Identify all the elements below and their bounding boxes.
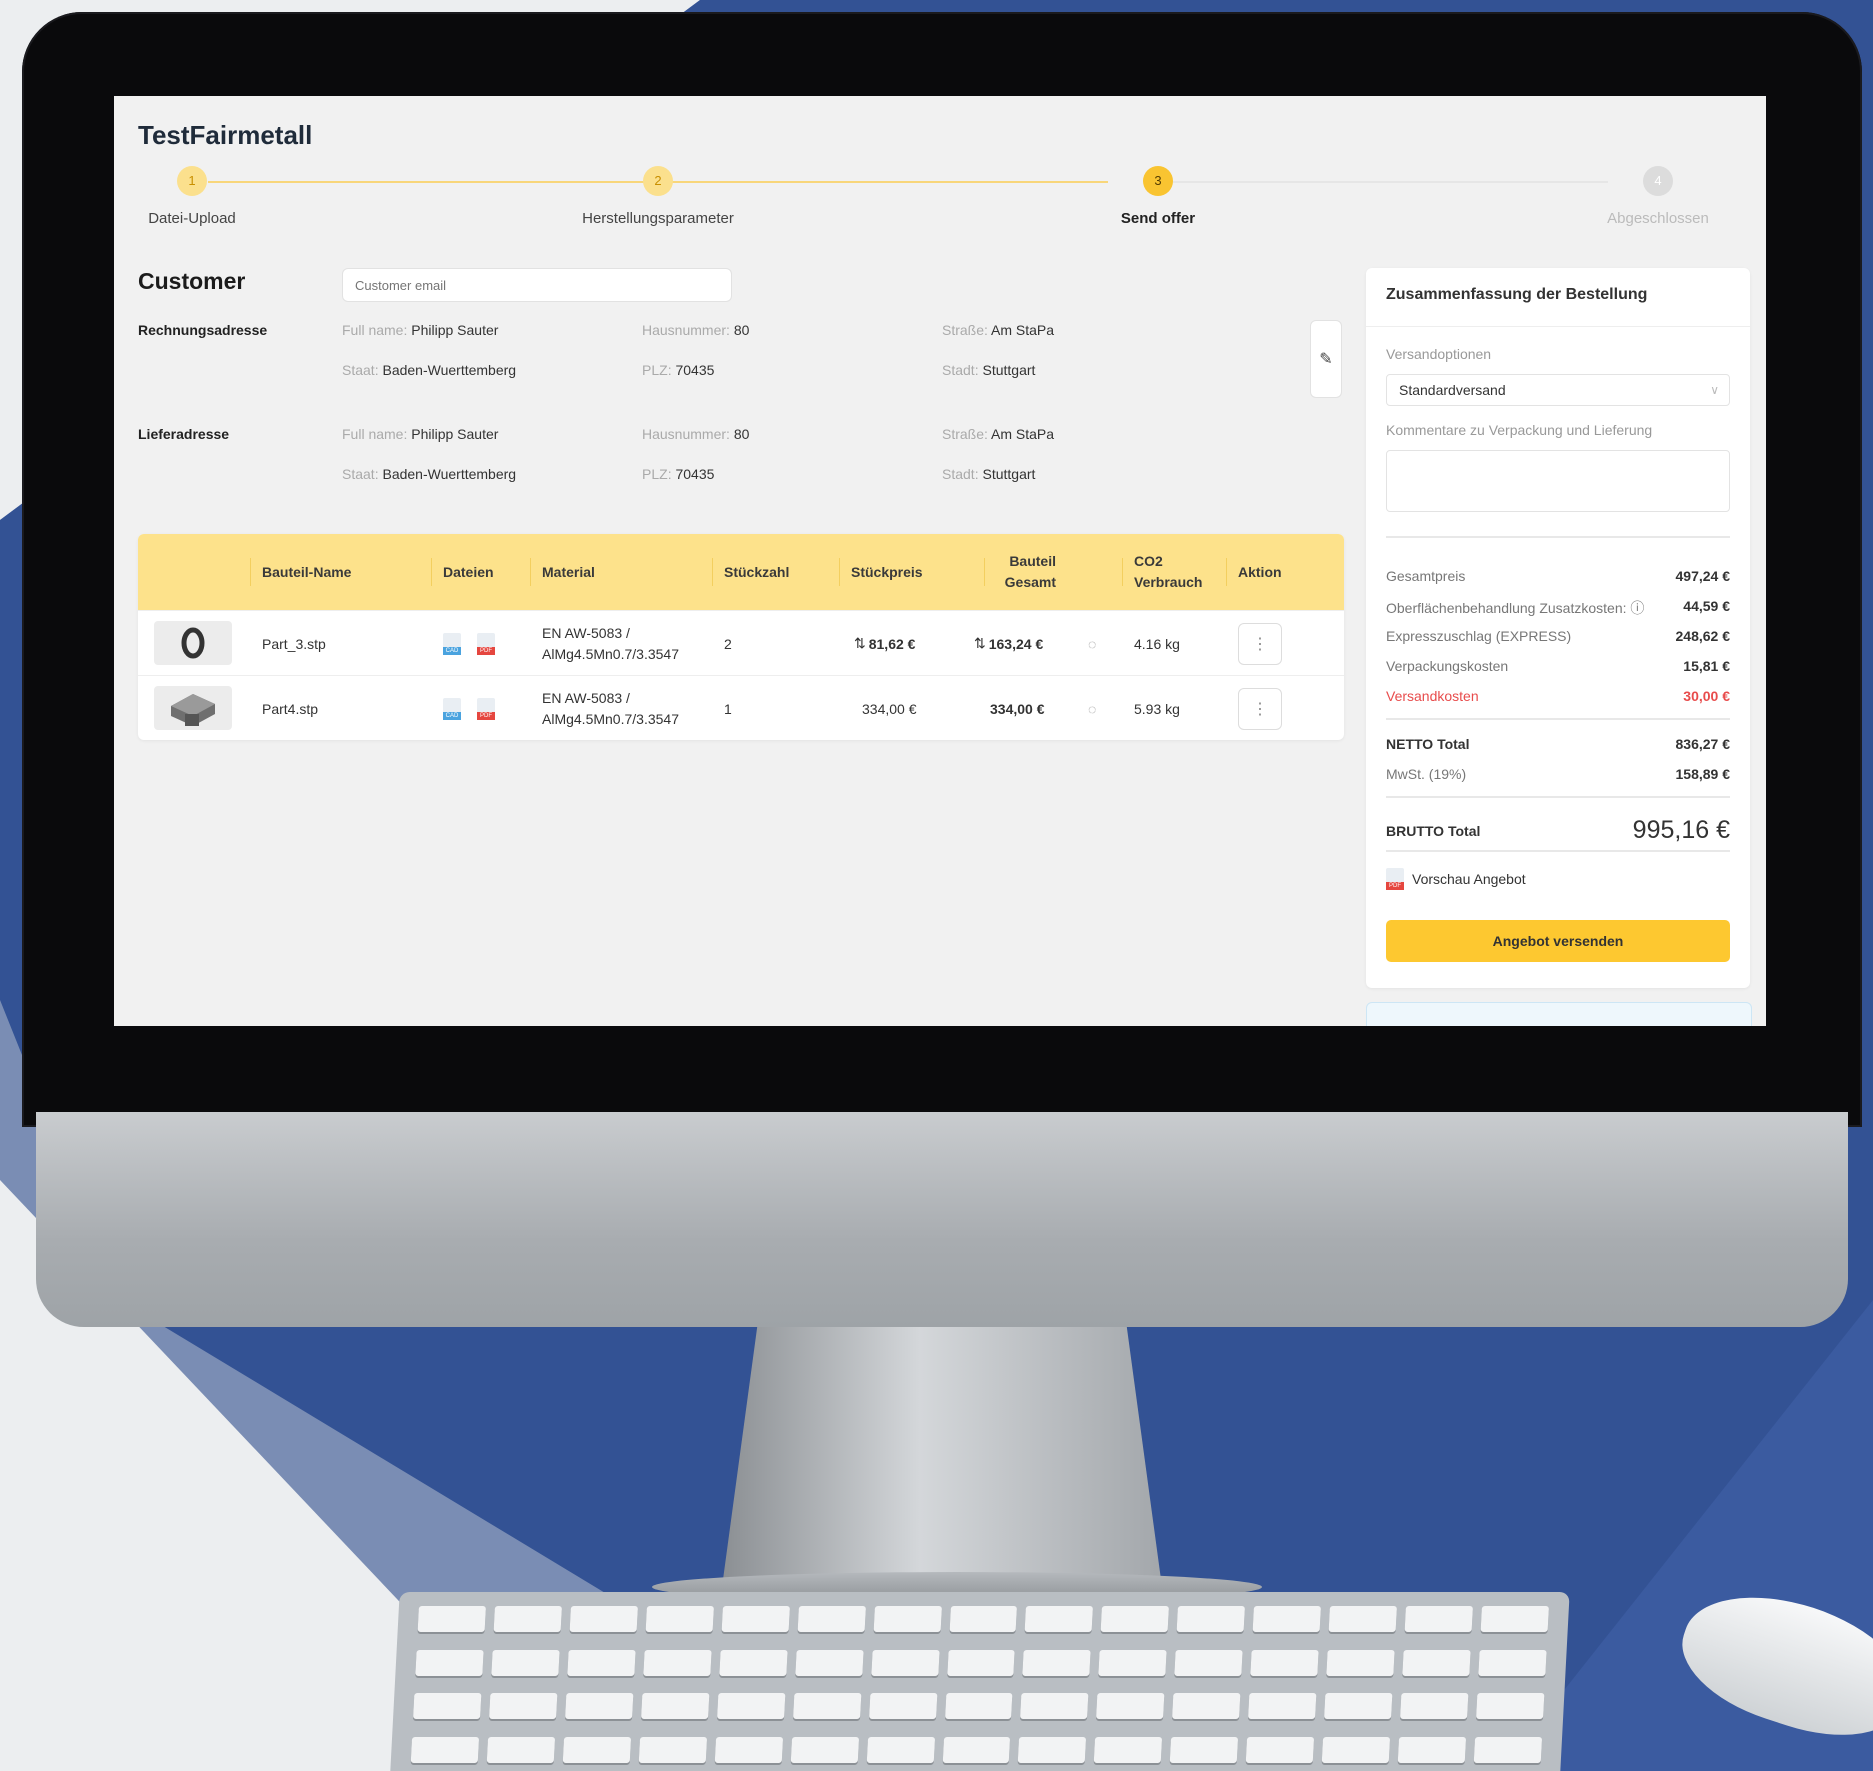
billing-strasse: Straße: Am StaPa <box>942 322 1055 338</box>
step-3-number: 3 <box>1143 166 1173 196</box>
cad-file-icon[interactable]: CAD <box>443 697 461 720</box>
parts-table: Bauteil-Name Dateien Material Stückzahl … <box>138 534 1344 740</box>
step-4-number: 4 <box>1643 166 1673 196</box>
step-2[interactable]: 2 Herstellungsparameter <box>558 166 758 227</box>
part-co2: 4.16 kg <box>1134 635 1180 652</box>
shipping-address-label: Lieferadresse <box>138 426 230 442</box>
pencil-icon: ✎ <box>1319 351 1333 368</box>
pdf-file-icon: PDF <box>1386 868 1404 890</box>
sort-arrows-icon: ⇅ <box>854 635 866 651</box>
th-name[interactable]: Bauteil-Name <box>249 534 351 610</box>
comment-textarea[interactable] <box>1386 450 1730 512</box>
step-3-label: Send offer <box>1120 210 1196 227</box>
part-co2: 5.93 kg <box>1134 700 1180 717</box>
shipping-hausnummer: Hausnummer: 80 <box>642 426 750 442</box>
comment-icon[interactable]: ◌ <box>1088 676 1096 740</box>
step-1-label: Datei-Upload <box>148 210 236 227</box>
summary-row-shipping: Versandkosten 30,00 € <box>1386 688 1730 704</box>
part-unit-price: ⇅ 81,62 € <box>854 635 916 652</box>
th-total[interactable]: Bauteil Gesamt <box>984 534 1056 610</box>
step-4[interactable]: 4 Abgeschlossen <box>1558 166 1758 227</box>
billing-staat: Staat: Baden-Wuerttemberg <box>342 362 517 378</box>
preview-offer-link[interactable]: PDF Vorschau Angebot <box>1386 868 1526 890</box>
part-qty: 1 <box>724 700 732 717</box>
shipping-options-label: Versandoptionen <box>1386 346 1492 362</box>
billing-full-name: Full name: Philipp Sauter <box>342 322 499 338</box>
th-action: Aktion <box>1226 534 1282 610</box>
part-thumbnail <box>154 686 232 730</box>
th-unit-price[interactable]: Stückpreis <box>839 534 923 610</box>
billing-hausnummer: Hausnummer: 80 <box>642 322 750 338</box>
part-name: Part4.stp <box>262 700 319 717</box>
shipping-stadt: Stadt: Stuttgart <box>942 466 1036 482</box>
billing-address-label: Rechnungsadresse <box>138 322 268 338</box>
app-title: TestFairmetall <box>138 120 313 150</box>
app-screen: TestFairmetall 1 Datei-Upload 2 Herstell… <box>114 96 1766 1026</box>
summary-row-brutto: BRUTTO Total 995,16 € <box>1386 816 1730 844</box>
part-files: CAD PDF <box>443 676 511 740</box>
summary-title: Zusammenfassung der Bestellung <box>1386 286 1648 303</box>
summary-row-mwst: MwSt. (19%) 158,89 € <box>1386 766 1730 782</box>
th-co2[interactable]: CO2 Verbrauch <box>1121 534 1202 610</box>
part-material: EN AW-5083 / AlMg4.5Mn0.7/3.3547 <box>542 624 679 662</box>
customer-email-input[interactable] <box>342 268 732 302</box>
summary-row-gesamtpreis: Gesamtpreis 497,24 € <box>1386 568 1730 584</box>
info-box <box>1366 1002 1752 1026</box>
summary-row-packaging: Verpackungskosten 15,81 € <box>1386 658 1730 674</box>
table-row[interactable]: Part4.stp CAD PDF EN AW-5083 / AlMg4.5Mn… <box>138 675 1344 740</box>
part-material: EN AW-5083 / AlMg4.5Mn0.7/3.3547 <box>542 689 679 727</box>
row-action-button[interactable]: ⋮ <box>1238 623 1282 665</box>
part-thumbnail <box>154 621 232 665</box>
shipping-full-name: Full name: Philipp Sauter <box>342 426 499 442</box>
sort-arrows-icon: ⇅ <box>974 635 986 651</box>
row-action-button[interactable]: ⋮ <box>1238 688 1282 730</box>
step-1-number: 1 <box>177 166 207 196</box>
step-3[interactable]: 3 Send offer <box>1058 166 1258 227</box>
order-summary-panel: Zusammenfassung der Bestellung Versandop… <box>1366 268 1750 988</box>
table-header: Bauteil-Name Dateien Material Stückzahl … <box>138 534 1344 610</box>
billing-stadt: Stadt: Stuttgart <box>942 362 1036 378</box>
chevron-down-icon: ∨ <box>1710 383 1719 397</box>
comment-label: Kommentare zu Verpackung und Lieferung <box>1386 422 1653 438</box>
shipping-plz: PLZ: 70435 <box>642 466 715 482</box>
part-unit-price: 334,00 € <box>862 700 917 717</box>
step-2-label: Herstellungsparameter <box>582 210 734 227</box>
monitor-stand <box>722 1327 1162 1587</box>
keyboard <box>390 1592 1570 1771</box>
summary-row-netto: NETTO Total 836,27 € <box>1386 736 1730 752</box>
summary-row-surface: Oberflächenbehandlung Zusatzkosten: ⓘ 44,… <box>1386 598 1730 616</box>
pdf-file-icon[interactable]: PDF <box>477 697 495 720</box>
part-name: Part_3.stp <box>262 635 326 652</box>
pdf-file-icon[interactable]: PDF <box>477 632 495 655</box>
summary-row-express: Expresszuschlag (EXPRESS) 248,62 € <box>1386 628 1730 644</box>
cad-file-icon[interactable]: CAD <box>443 632 461 655</box>
table-row[interactable]: Part_3.stp CAD PDF EN AW-5083 / AlMg4.5M… <box>138 610 1344 676</box>
part-total: ⇅ 163,24 € <box>974 635 1044 652</box>
customer-heading: Customer <box>138 268 246 294</box>
part-total: 334,00 € <box>990 700 1045 717</box>
info-icon[interactable]: ⓘ <box>1630 600 1644 616</box>
step-2-number: 2 <box>643 166 673 196</box>
edit-address-button[interactable]: ✎ <box>1310 320 1342 398</box>
shipping-option-select[interactable]: Standardversand ∨ <box>1386 374 1730 406</box>
step-1[interactable]: 1 Datei-Upload <box>114 166 292 227</box>
part-qty: 2 <box>724 635 732 652</box>
step-4-label: Abgeschlossen <box>1607 210 1709 227</box>
stepper: 1 Datei-Upload 2 Herstellungsparameter 3… <box>138 166 1758 236</box>
th-material[interactable]: Material <box>530 534 595 610</box>
billing-plz: PLZ: 70435 <box>642 362 715 378</box>
monitor-chin <box>36 1112 1848 1327</box>
th-files: Dateien <box>431 534 494 610</box>
send-offer-button[interactable]: Angebot versenden <box>1386 920 1730 962</box>
comment-icon[interactable]: ◌ <box>1088 611 1096 676</box>
shipping-staat: Staat: Baden-Wuerttemberg <box>342 466 517 482</box>
shipping-strasse: Straße: Am StaPa <box>942 426 1055 442</box>
th-qty[interactable]: Stückzahl <box>711 534 789 610</box>
part-files: CAD PDF <box>443 611 511 676</box>
